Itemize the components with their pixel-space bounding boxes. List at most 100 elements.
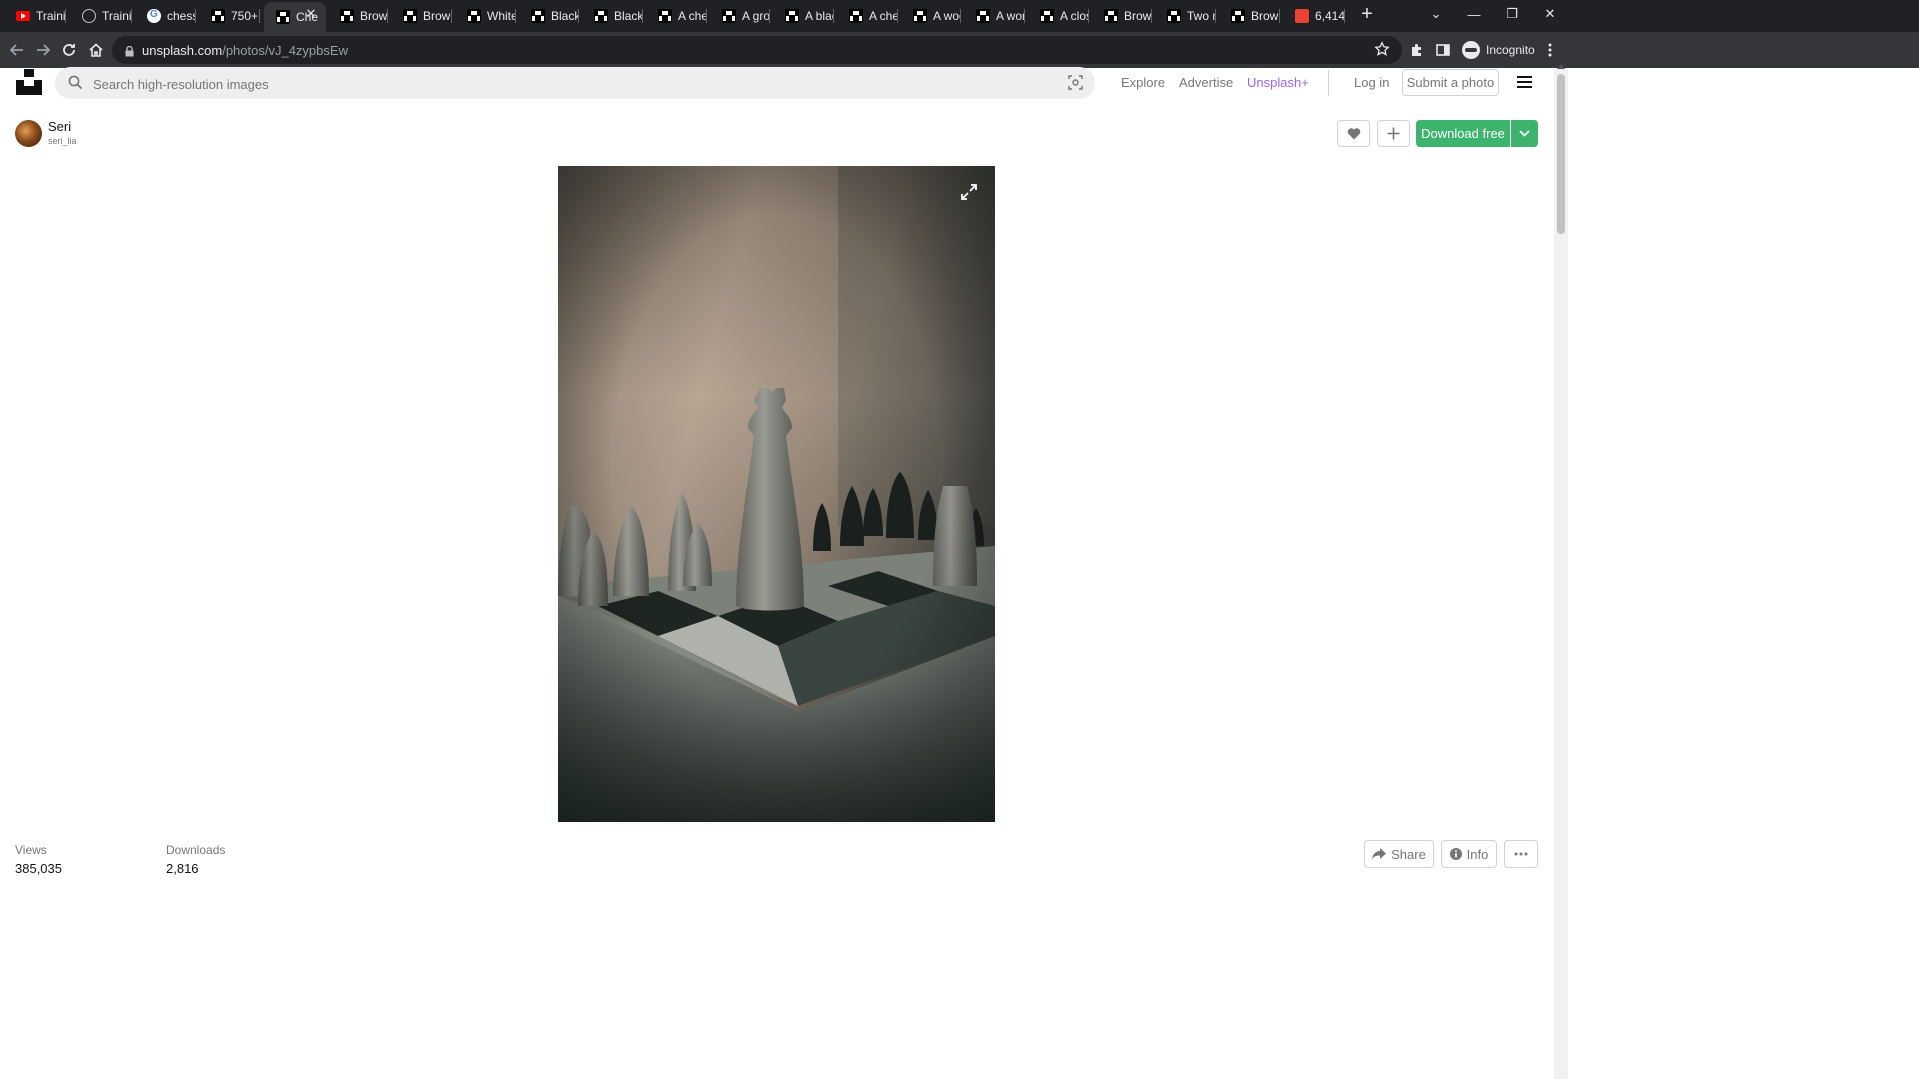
browser-tab-title: Brown bbox=[360, 9, 388, 23]
browser-tab-title: Black a bbox=[551, 9, 579, 23]
tab-separator bbox=[195, 9, 196, 23]
browser-tab-title: 6,414 C bbox=[1315, 9, 1345, 23]
more-actions-button[interactable] bbox=[1504, 840, 1538, 868]
views-value: 385,035 bbox=[15, 861, 62, 876]
browser-tab[interactable]: A wom bbox=[964, 4, 1025, 28]
browser-tab[interactable]: A chess bbox=[646, 4, 707, 28]
extensions-icon[interactable] bbox=[1407, 40, 1427, 60]
browser-tab[interactable]: White c bbox=[455, 4, 516, 28]
tab-separator bbox=[1279, 9, 1280, 23]
new-tab-button[interactable]: + bbox=[1357, 4, 1377, 24]
tab-separator bbox=[897, 9, 898, 23]
share-button[interactable]: Share bbox=[1364, 840, 1434, 868]
bookmark-star-icon[interactable] bbox=[1374, 41, 1390, 62]
tab-separator bbox=[1151, 9, 1152, 23]
header-divider bbox=[1328, 70, 1329, 96]
close-window-icon[interactable]: ✕ bbox=[1530, 0, 1570, 28]
browser-tab[interactable]: Brown bbox=[328, 4, 388, 28]
plus-icon bbox=[1387, 127, 1400, 140]
browser-tab[interactable]: Training bbox=[70, 4, 132, 28]
submit-photo-button[interactable]: Submit a photo bbox=[1402, 69, 1499, 96]
browser-tab[interactable]: Che ✕ bbox=[264, 2, 326, 32]
browser-tab[interactable]: Brown bbox=[391, 4, 452, 28]
browser-tab[interactable]: A wooc bbox=[901, 4, 961, 28]
back-icon[interactable] bbox=[7, 40, 27, 60]
add-to-collection-button[interactable] bbox=[1377, 120, 1410, 147]
close-tab-icon[interactable]: ✕ bbox=[304, 7, 318, 21]
unsplash-icon bbox=[785, 9, 799, 23]
tab-separator bbox=[769, 9, 770, 23]
browser-menu-icon[interactable] bbox=[1540, 40, 1560, 60]
minimize-icon[interactable]: — bbox=[1454, 0, 1494, 28]
unsplash-icon bbox=[276, 10, 290, 24]
nav-unsplash-plus[interactable]: Unsplash+ bbox=[1247, 75, 1309, 90]
chevron-down-icon bbox=[1519, 130, 1530, 137]
browser-tab-title: A wooc bbox=[933, 9, 961, 23]
lock-icon[interactable] bbox=[125, 44, 134, 62]
browser-tab-title: 750+ C bbox=[231, 9, 260, 23]
search-input[interactable] bbox=[91, 67, 995, 101]
nav-explore[interactable]: Explore bbox=[1121, 75, 1165, 90]
tab-separator bbox=[706, 9, 707, 23]
login-link[interactable]: Log in bbox=[1354, 75, 1389, 90]
unsplash-icon bbox=[211, 9, 225, 23]
avatar[interactable] bbox=[15, 120, 42, 147]
side-panel-icon[interactable] bbox=[1433, 40, 1453, 60]
reload-icon[interactable] bbox=[59, 40, 79, 60]
browser-tab-title: A close bbox=[1060, 9, 1089, 23]
forward-icon[interactable] bbox=[33, 40, 53, 60]
expand-fullscreen-icon[interactable] bbox=[960, 183, 978, 206]
browser-tab[interactable]: 6,414 C bbox=[1283, 4, 1345, 28]
download-options-button[interactable] bbox=[1511, 120, 1538, 147]
browser-tab-title: A black bbox=[805, 9, 834, 23]
heart-icon bbox=[1347, 128, 1360, 140]
browser-toolbar: unsplash.com/photos/vJ_4zypbsEw Incognit… bbox=[0, 32, 1919, 68]
restore-icon[interactable]: ❐ bbox=[1492, 0, 1532, 28]
search-bar[interactable] bbox=[55, 67, 1095, 101]
info-label: Info bbox=[1466, 846, 1489, 862]
share-icon bbox=[1372, 848, 1387, 860]
visual-search-icon[interactable] bbox=[1068, 75, 1083, 95]
browser-tab[interactable]: A chess bbox=[837, 4, 898, 28]
browser-tab[interactable]: A black bbox=[773, 4, 834, 28]
address-bar[interactable]: unsplash.com/photos/vJ_4zypbsEw bbox=[112, 36, 1402, 64]
page-scrollbar[interactable] bbox=[1554, 64, 1568, 1079]
like-button[interactable] bbox=[1337, 120, 1370, 147]
url-text: unsplash.com/photos/vJ_4zypbsEw bbox=[142, 43, 348, 58]
browser-tab[interactable]: 750+ C bbox=[199, 4, 260, 28]
info-button[interactable]: Info bbox=[1441, 840, 1497, 868]
browser-tab[interactable]: Black a bbox=[582, 4, 643, 28]
menu-icon[interactable] bbox=[1517, 76, 1532, 88]
browser-tab[interactable]: Brown bbox=[1219, 4, 1280, 28]
browser-tab-title: A chess bbox=[869, 9, 898, 23]
browser-tab[interactable]: Brown bbox=[1092, 4, 1152, 28]
nav-advertise[interactable]: Advertise bbox=[1179, 75, 1233, 90]
scroll-up-icon[interactable] bbox=[1557, 64, 1565, 69]
incognito-icon bbox=[1462, 41, 1480, 59]
browser-tab[interactable]: A close bbox=[1028, 4, 1089, 28]
browser-tab[interactable]: A grou bbox=[710, 4, 770, 28]
unsplash-icon bbox=[1231, 9, 1245, 23]
more-icon bbox=[1514, 852, 1528, 856]
scrollbar-thumb[interactable] bbox=[1557, 74, 1565, 234]
photographer-username[interactable]: seri_lia bbox=[48, 136, 77, 146]
browser-tab[interactable]: Two m bbox=[1155, 4, 1216, 28]
browser-tab[interactable]: chess g bbox=[135, 4, 196, 28]
search-icon[interactable] bbox=[68, 75, 83, 95]
incognito-profile[interactable]: Incognito bbox=[1462, 38, 1535, 62]
globe-icon bbox=[82, 9, 96, 23]
browser-tab[interactable]: Black a bbox=[519, 4, 579, 28]
photographer-name[interactable]: Seri bbox=[48, 119, 71, 134]
chess-photo[interactable] bbox=[558, 166, 995, 822]
browser-tab-title: chess g bbox=[167, 9, 196, 23]
unsplash-logo-icon[interactable] bbox=[16, 69, 42, 95]
unsplash-icon bbox=[976, 9, 990, 23]
download-button[interactable]: Download free bbox=[1416, 120, 1510, 147]
tab-search-icon[interactable]: ⌄ bbox=[1416, 0, 1456, 28]
tab-separator bbox=[960, 9, 961, 23]
tab-separator bbox=[578, 9, 579, 23]
browser-tab[interactable]: Training bbox=[4, 4, 66, 28]
home-icon[interactable] bbox=[86, 40, 106, 60]
page-right-margin bbox=[1568, 68, 1919, 1079]
browser-tab-title: Brown bbox=[1124, 9, 1152, 23]
